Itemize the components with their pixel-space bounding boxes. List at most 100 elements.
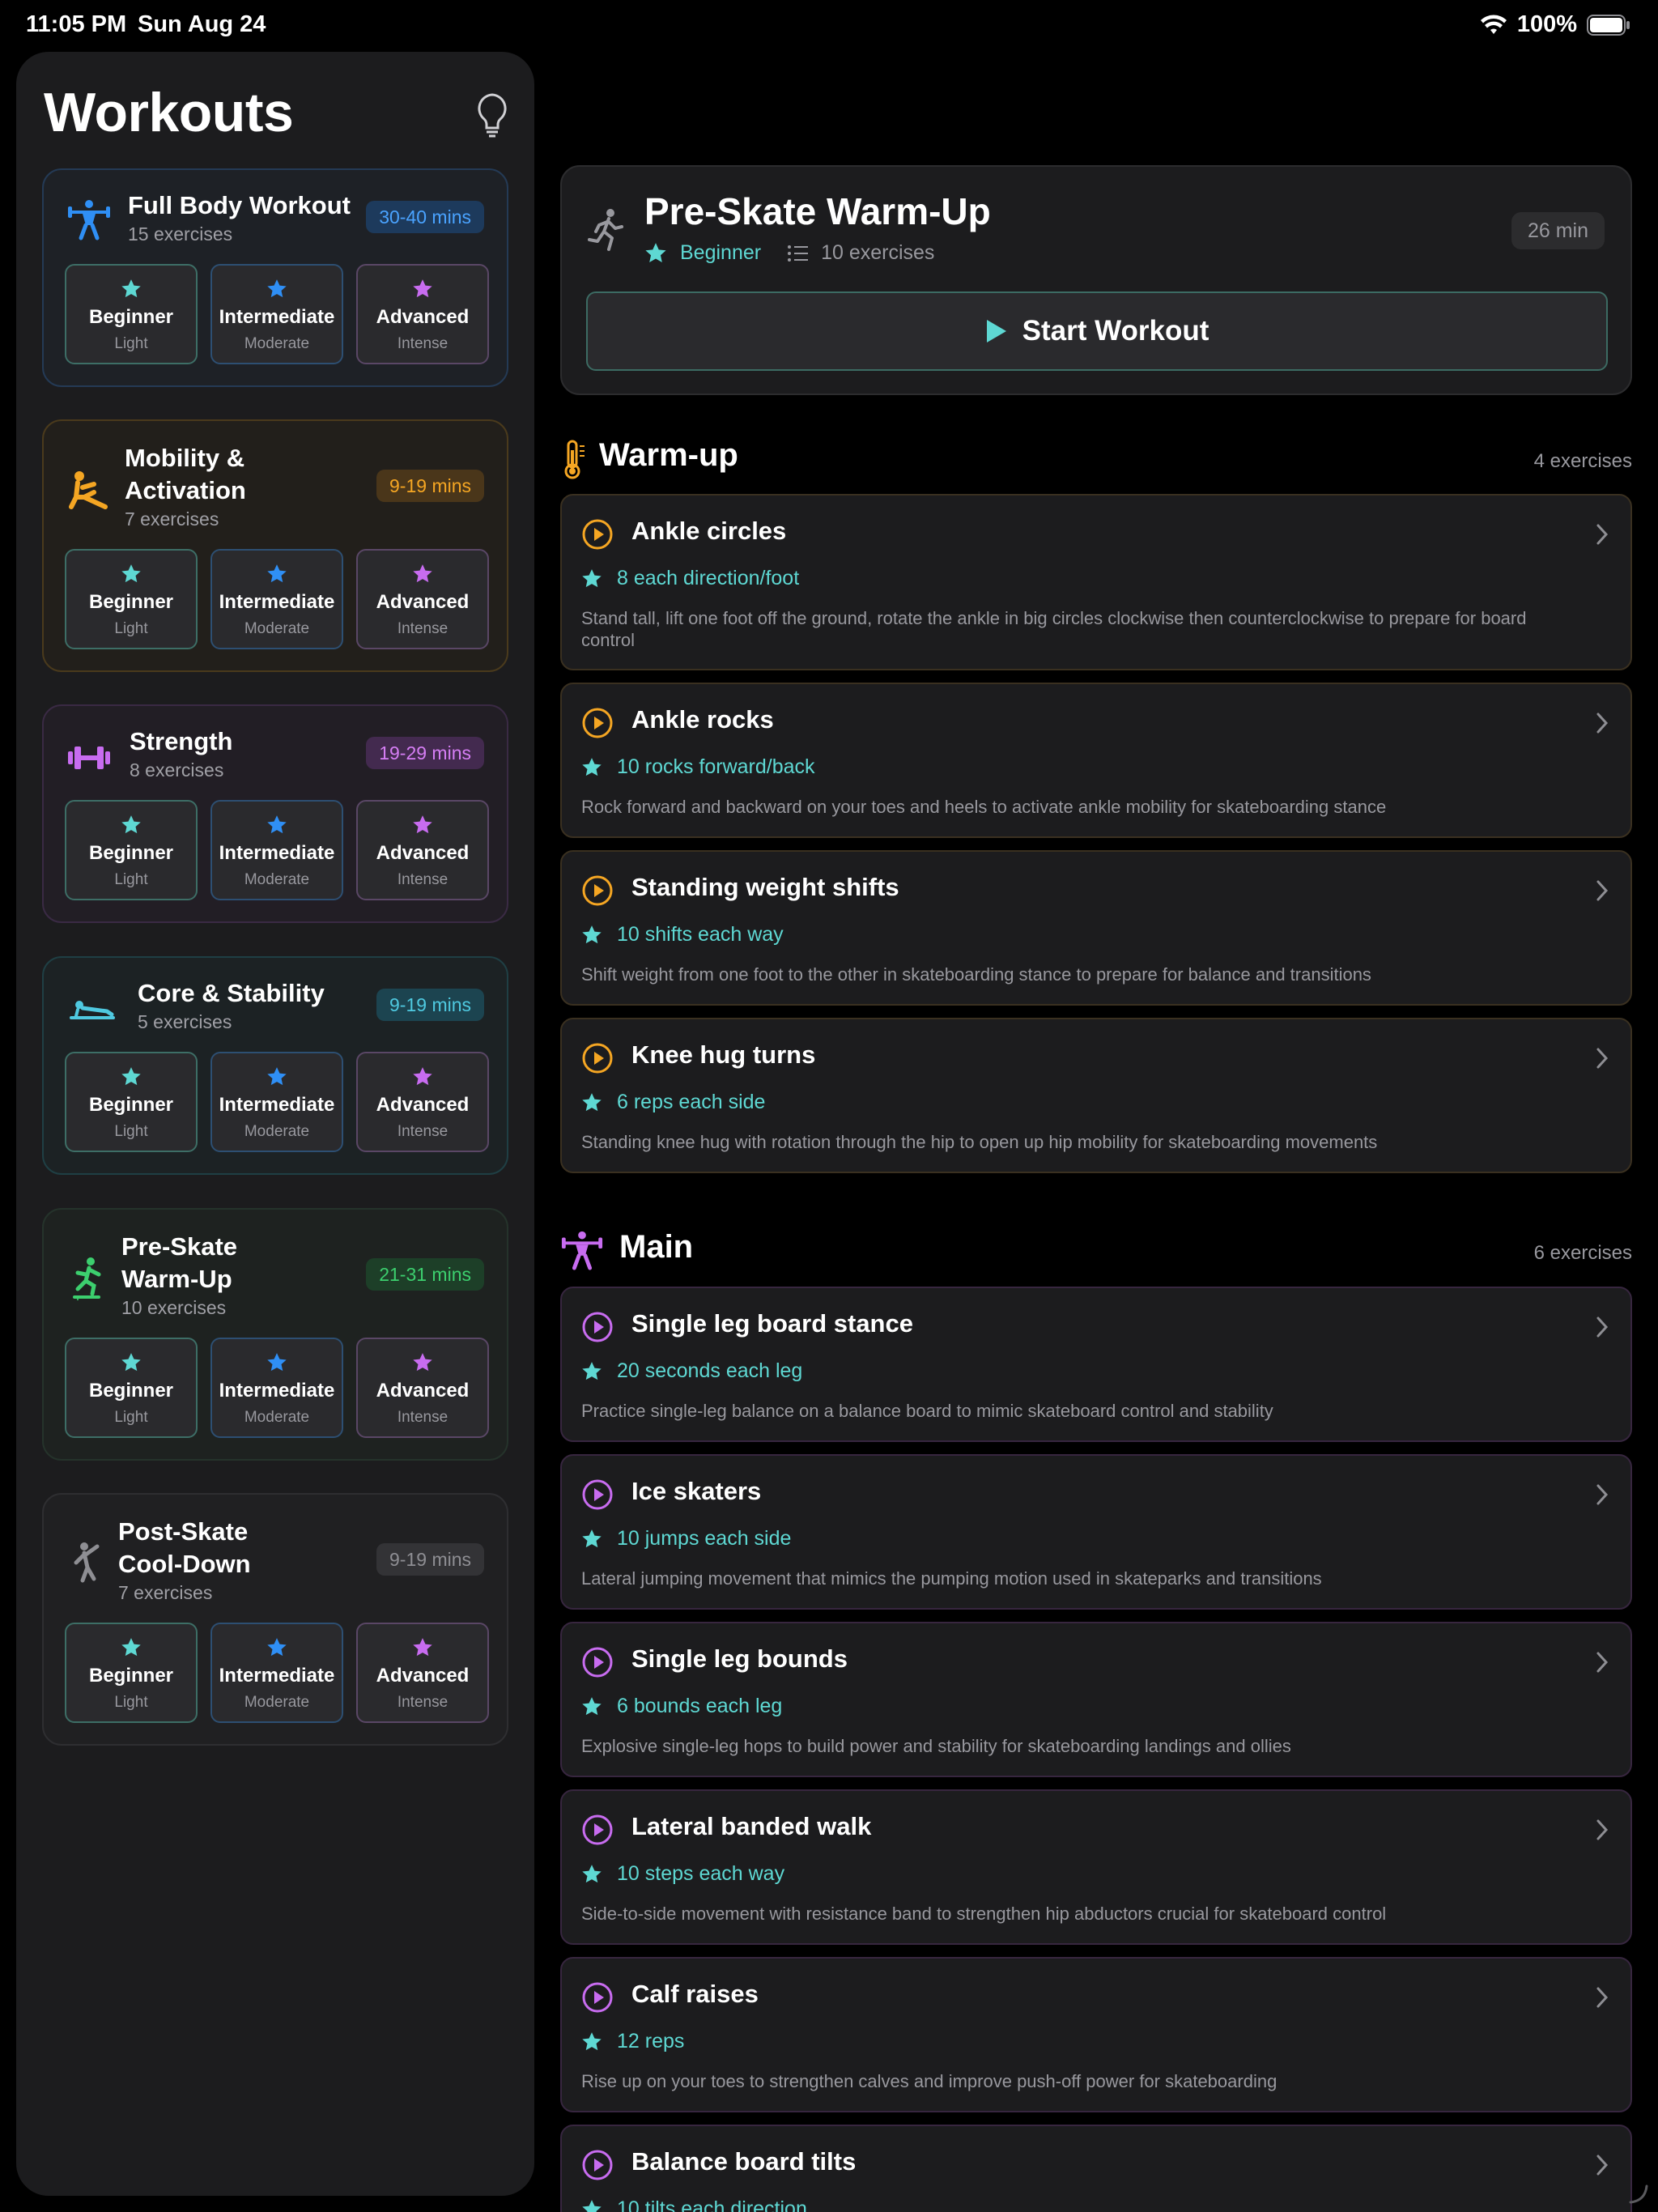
exercise-row[interactable]: Standing weight shifts 10 shifts each wa… (560, 850, 1632, 1006)
exercise-row[interactable]: Lateral banded walk 10 steps each way Si… (560, 1789, 1632, 1945)
level-intensity: Light (114, 871, 148, 888)
exercise-name: Balance board tilts (631, 2147, 857, 2176)
level-intensity: Intense (397, 1694, 449, 1711)
level-intensity: Moderate (244, 1409, 310, 1426)
level-beginner-button[interactable]: Beginner Light (65, 1338, 198, 1438)
level-advanced-button[interactable]: Advanced Intense (356, 264, 489, 364)
chevron-right-icon (1596, 713, 1609, 734)
level-intermediate-button[interactable]: Intermediate Moderate (210, 549, 343, 649)
workout-exercise-count: 15 exercises (128, 223, 233, 245)
workout-title-line-1: Mobility & (125, 444, 245, 472)
exercise-row[interactable]: Knee hug turns 6 reps each side Standing… (560, 1018, 1632, 1173)
play-circle-icon (582, 2150, 613, 2180)
exercise-name: Ice skaters (631, 1477, 762, 1505)
exercise-description: Side-to-side movement with resistance ba… (581, 1904, 1387, 1924)
lightbulb-icon[interactable] (474, 92, 510, 138)
exercise-reps: 10 shifts each way (581, 923, 784, 946)
exercise-row[interactable]: Single leg bounds 6 bounds each leg Expl… (560, 1622, 1632, 1777)
level-name: Beginner (88, 306, 173, 328)
section-warm-up: Warm-up 4 exercises (560, 432, 1632, 489)
star-icon (121, 1067, 141, 1086)
exercise-row[interactable]: Single leg board stance 20 seconds each … (560, 1287, 1632, 1442)
duration-badge: 21-31 mins (366, 1258, 484, 1291)
exercise-name: Lateral banded walk (631, 1812, 872, 1840)
section-count: 4 exercises (1533, 450, 1632, 472)
exercise-row[interactable]: Calf raises 12 reps Rise up on your toes… (560, 1957, 1632, 2112)
level-beginner-button[interactable]: Beginner Light (65, 1623, 198, 1723)
level-advanced-button[interactable]: Advanced Intense (356, 1052, 489, 1152)
star-icon (413, 1353, 432, 1372)
level-name: Intermediate (219, 1665, 335, 1687)
exercise-name: Ankle circles (631, 517, 787, 545)
star-icon (121, 1638, 141, 1657)
level-intermediate-button[interactable]: Intermediate Moderate (210, 1623, 343, 1723)
level-options: Beginner Light Intermediate Moderate Advan… (65, 1052, 489, 1152)
workout-level: Beginner (680, 241, 762, 264)
workout-card-mobility[interactable]: Mobility & Activation 7 exercises 9-19 mi… (42, 419, 508, 672)
workout-exercise-count: 8 exercises (130, 759, 224, 781)
cooldown-icon (74, 1542, 100, 1583)
level-advanced-button[interactable]: Advanced Intense (356, 549, 489, 649)
workout-title-line-2: Cool-Down (118, 1550, 251, 1578)
workout-exercise-count: 10 exercises (821, 241, 935, 264)
workout-card-strength[interactable]: Strength 8 exercises 19-29 mins Beginner… (42, 704, 508, 923)
star-icon (121, 1353, 141, 1372)
level-name: Advanced (376, 1665, 470, 1687)
stretch-icon (69, 471, 108, 509)
workout-title: Full Body Workout (128, 191, 351, 219)
level-name: Beginner (88, 842, 173, 864)
workout-exercise-count: 7 exercises (125, 508, 219, 530)
level-advanced-button[interactable]: Advanced Intense (356, 1623, 489, 1723)
battery-percent: 100% (1516, 11, 1577, 37)
level-advanced-button[interactable]: Advanced Intense (356, 800, 489, 900)
play-circle-icon (582, 519, 613, 550)
level-beginner-button[interactable]: Beginner Light (65, 800, 198, 900)
workout-title: Pre-Skate Warm-Up (644, 190, 991, 232)
workout-card-full-body[interactable]: Full Body Workout 15 exercises 30-40 min… (42, 168, 508, 387)
start-workout-label: Start Workout (1022, 315, 1209, 347)
duration-badge: 26 min (1511, 212, 1605, 249)
star-icon (267, 815, 287, 834)
play-circle-icon (582, 1647, 613, 1678)
workout-title: Mobility & Activation (125, 442, 246, 507)
exercise-reps: 6 bounds each leg (581, 1695, 782, 1718)
weightlifter-icon (68, 200, 110, 240)
level-intermediate-button[interactable]: Intermediate Moderate (210, 264, 343, 364)
level-options: Beginner Light Intermediate Moderate Advan… (65, 549, 489, 649)
workout-exercise-count: 5 exercises (138, 1011, 232, 1032)
level-advanced-button[interactable]: Advanced Intense (356, 1338, 489, 1438)
star-icon (582, 1092, 602, 1111)
exercise-reps: 10 tilts each direction (581, 2197, 807, 2212)
level-intensity: Light (114, 1123, 148, 1140)
level-beginner-button[interactable]: Beginner Light (65, 264, 198, 364)
exercise-row[interactable]: Ice skaters 10 jumps each side Lateral j… (560, 1454, 1632, 1610)
exercise-description: Shift weight from one foot to the other … (581, 964, 1371, 985)
workout-card-pre-skate[interactable]: Pre-Skate Warm-Up 10 exercises 21-31 mins… (42, 1208, 508, 1461)
level-beginner-button[interactable]: Beginner Light (65, 1052, 198, 1152)
star-icon (413, 1638, 432, 1657)
star-icon (582, 757, 602, 776)
level-intermediate-button[interactable]: Intermediate Moderate (210, 800, 343, 900)
level-name: Beginner (88, 1380, 173, 1402)
play-circle-icon (582, 1982, 613, 2013)
star-icon (582, 2031, 602, 2050)
level-intensity: Moderate (244, 1123, 310, 1140)
exercise-row[interactable]: Ankle rocks 10 rocks forward/back Rock f… (560, 683, 1632, 838)
exercise-row[interactable]: Balance board tilts 10 tilts each direct… (560, 2125, 1632, 2212)
level-intermediate-button[interactable]: Intermediate Moderate (210, 1338, 343, 1438)
exercise-row[interactable]: Ankle circles 8 each direction/foot Stan… (560, 494, 1632, 670)
workout-card-post-skate[interactable]: Post-Skate Cool-Down 7 exercises 9-19 min… (42, 1493, 508, 1746)
exercise-reps: 10 rocks forward/back (581, 755, 815, 779)
workout-title: Pre-Skate Warm-Up (121, 1231, 237, 1295)
start-workout-button[interactable]: Start Workout (586, 291, 1608, 371)
scroll-corner-indicator (1629, 2184, 1648, 2204)
star-icon (582, 925, 602, 943)
level-name: Advanced (376, 306, 470, 328)
play-icon (986, 320, 1006, 342)
level-intermediate-button[interactable]: Intermediate Moderate (210, 1052, 343, 1152)
skater-icon (73, 1257, 101, 1300)
level-beginner-button[interactable]: Beginner Light (65, 549, 198, 649)
workout-card-core[interactable]: Core & Stability 5 exercises 9-19 mins B… (42, 956, 508, 1175)
level-name: Advanced (376, 591, 470, 613)
workout-title: Strength (130, 727, 233, 755)
